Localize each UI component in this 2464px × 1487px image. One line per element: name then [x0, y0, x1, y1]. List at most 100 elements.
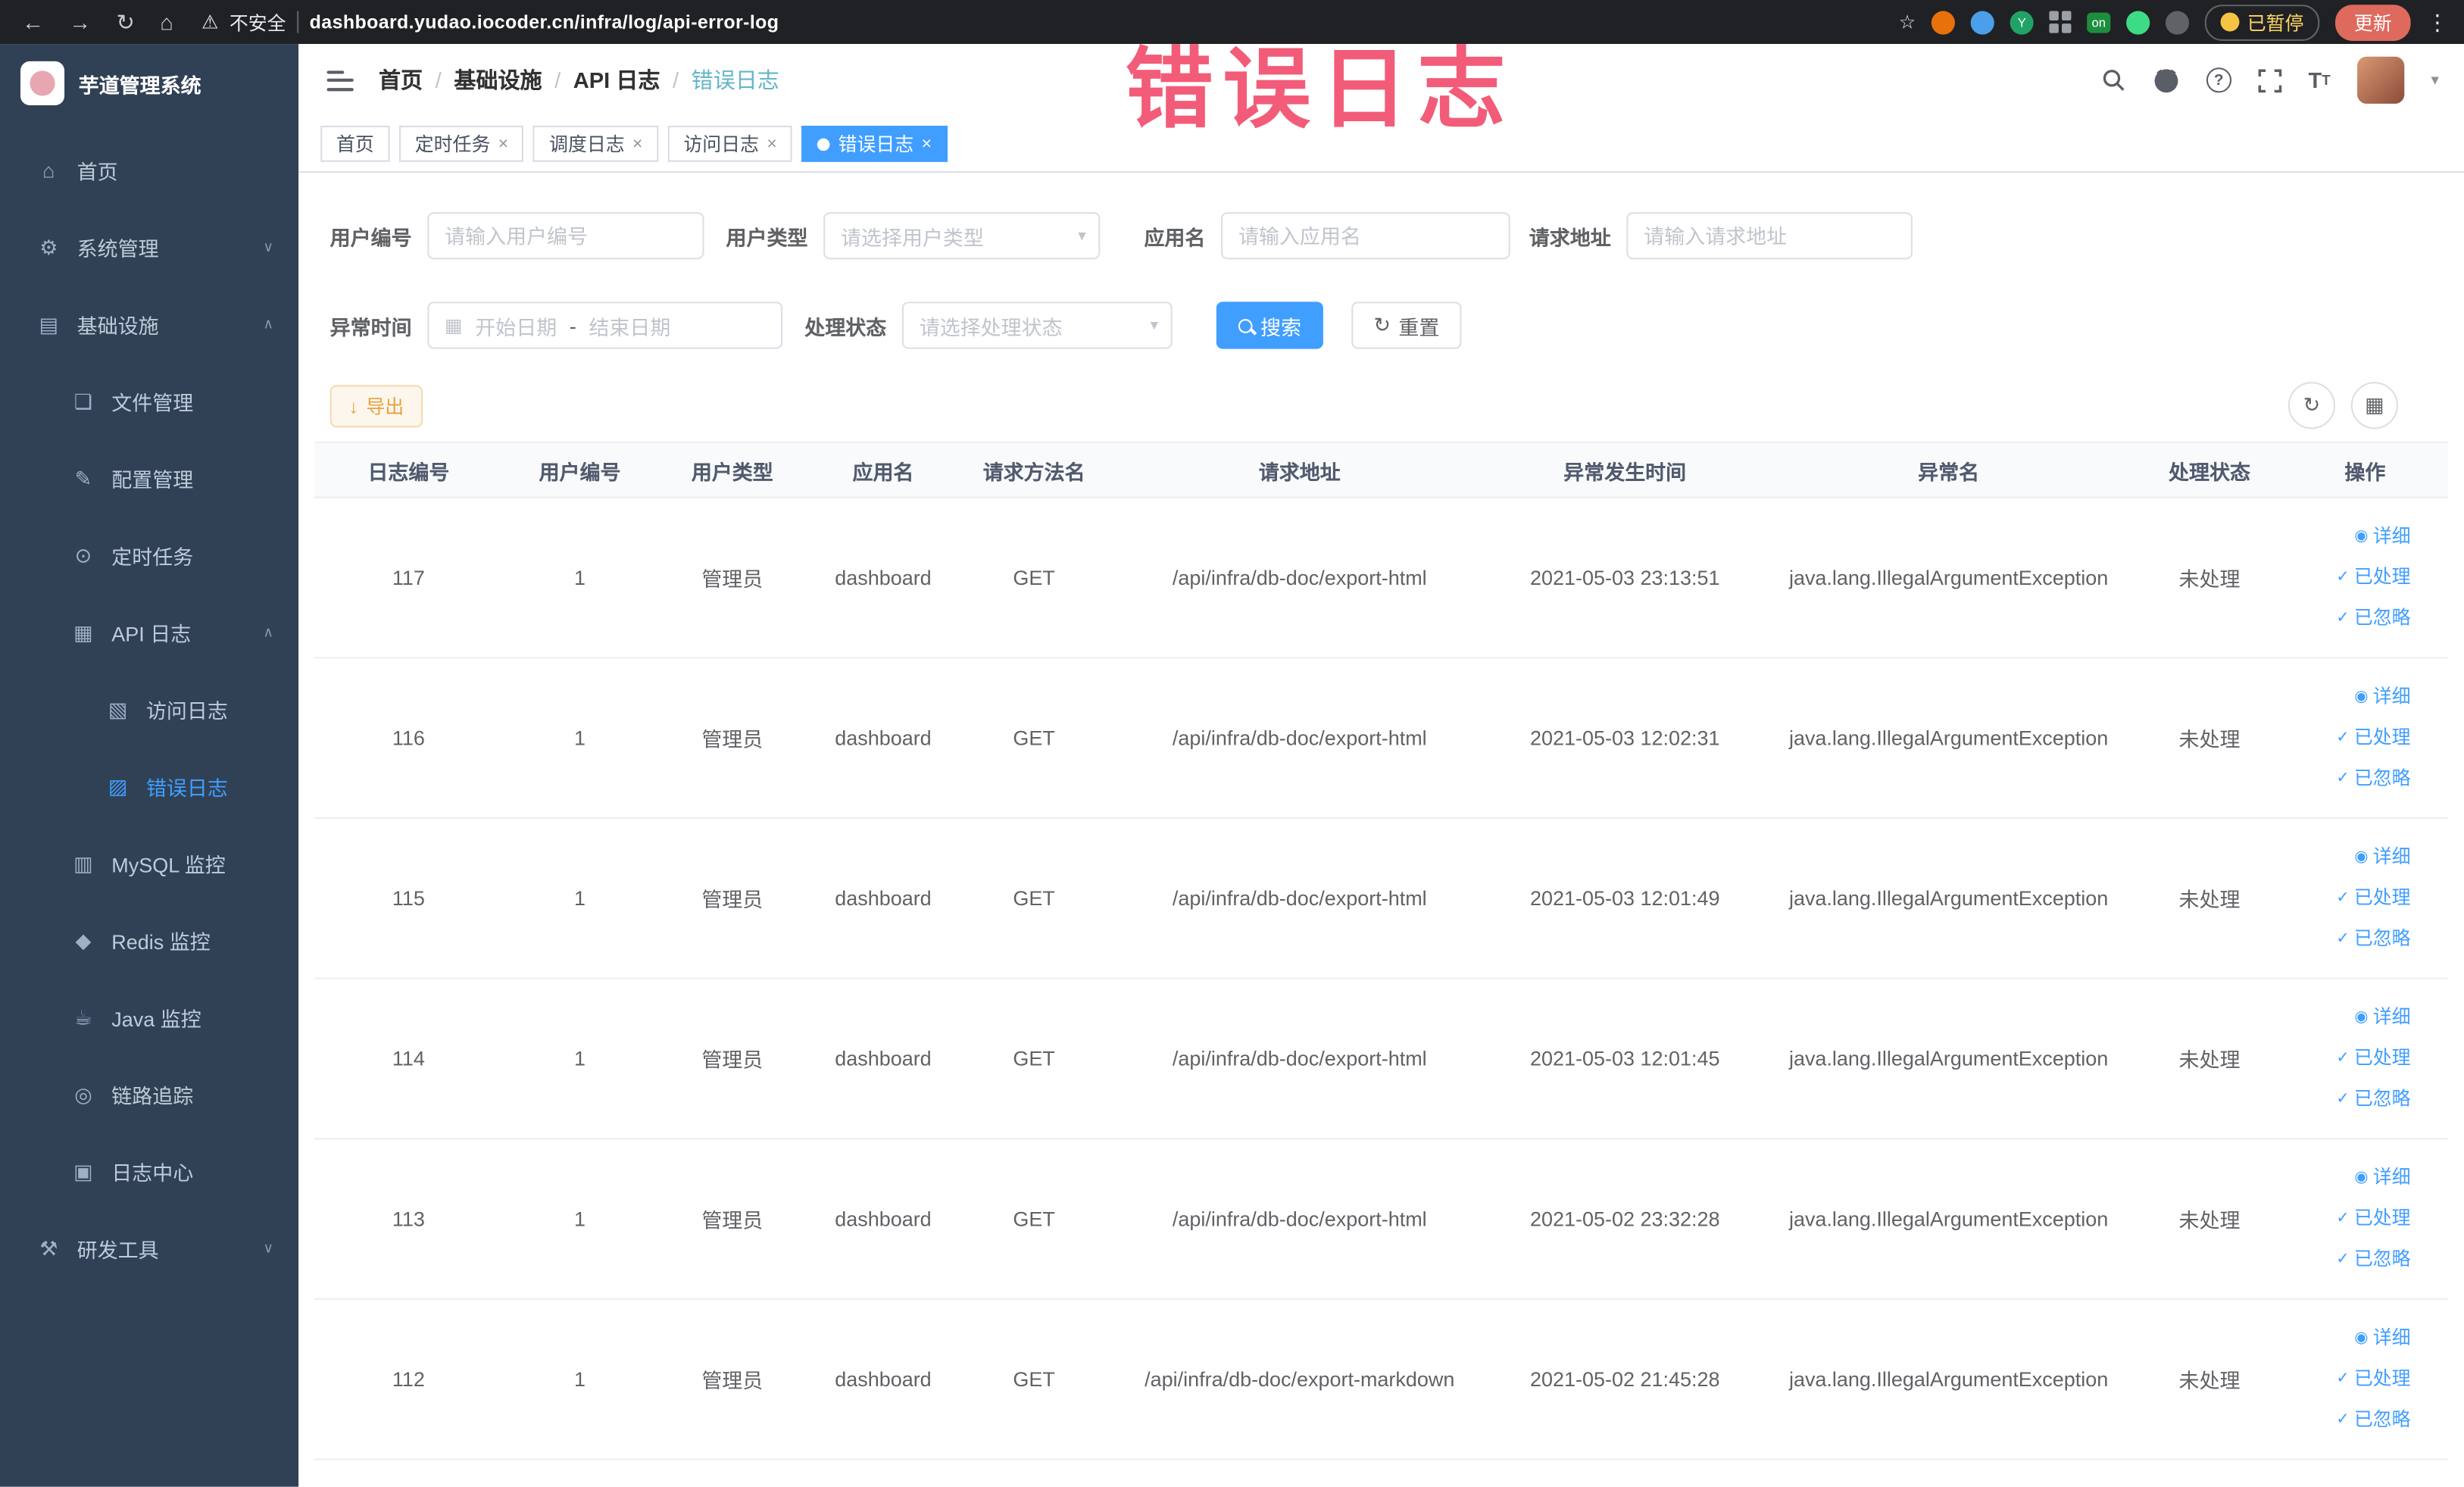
fullscreen-icon[interactable]	[2258, 68, 2282, 92]
user-type-select[interactable]: 请选择用户类型 ▾	[823, 212, 1101, 260]
export-button[interactable]: ↓ 导出	[329, 385, 423, 428]
action-detail[interactable]: ◉ 详细	[2354, 1158, 2410, 1198]
hamburger-icon[interactable]	[326, 70, 354, 91]
logo[interactable]: 芋道管理系统	[0, 44, 298, 123]
cell-actions: ◉ 详细 ✓ 已处理 ✓ 已忽略	[2281, 658, 2448, 817]
check-icon: ✓	[2336, 1370, 2350, 1388]
action-detail[interactable]: ◉ 详细	[2354, 1319, 2410, 1358]
cell-method: GET	[1013, 1207, 1055, 1231]
paused-badge[interactable]: 已暂停	[2204, 4, 2320, 40]
search-button[interactable]: 搜索	[1216, 301, 1323, 349]
font-size-icon[interactable]: TT	[2309, 67, 2331, 92]
extension-on-badge[interactable]: on	[2087, 11, 2111, 33]
tab-scheduled-tasks[interactable]: 定时任务 ×	[399, 125, 524, 162]
sidebar-item-trace[interactable]: ◎ 链路追踪	[0, 1056, 298, 1133]
table-row: 116 1 管理员 dashboard GET /api/infra/db-do…	[314, 658, 2449, 819]
action-ignored[interactable]: ✓ 已忽略	[2336, 1401, 2410, 1440]
table-row: 117 1 管理员 dashboard GET /api/infra/db-do…	[314, 498, 2449, 659]
address-bar[interactable]: ⚠ 不安全 dashboard.yudao.iocoder.cn/infra/l…	[201, 8, 779, 35]
breadcrumb-infrastructure[interactable]: 基础设施	[454, 64, 542, 95]
user-id-input[interactable]	[427, 212, 704, 260]
action-detail[interactable]: ◉ 详细	[2354, 838, 2410, 877]
sidebar-item-system-mgmt[interactable]: ⚙ 系统管理 ∨	[0, 209, 298, 286]
action-processed[interactable]: ✓ 已处理	[2336, 1039, 2410, 1078]
sidebar-item-java-monitor[interactable]: ☕ Java 监控	[0, 979, 298, 1057]
access-log-icon: ▧	[108, 697, 128, 721]
action-processed[interactable]: ✓ 已处理	[2336, 558, 2410, 598]
process-status-select[interactable]: 请选择处理状态 ▾	[901, 301, 1173, 349]
extension-blue-icon[interactable]	[1970, 10, 1994, 34]
back-icon[interactable]: ←	[22, 9, 44, 34]
sidebar-item-label: 研发工具	[77, 1238, 159, 1262]
browser-home-icon[interactable]: ⌂	[160, 9, 173, 34]
sidebar-item-access-log[interactable]: ▧ 访问日志	[0, 671, 298, 748]
help-icon[interactable]: ?	[2206, 67, 2231, 93]
close-icon[interactable]: ×	[767, 134, 776, 153]
action-detail[interactable]: ◉ 详细	[2354, 677, 2410, 717]
sidebar-item-config-mgmt[interactable]: ✎ 配置管理	[0, 440, 298, 517]
avatar-caret-icon[interactable]: ▾	[2431, 71, 2438, 89]
action-processed[interactable]: ✓ 已处理	[2336, 718, 2410, 758]
sidebar-item-dev-tools[interactable]: ⚒ 研发工具 ∨	[0, 1211, 298, 1288]
sidebar-item-file-mgmt[interactable]: ❏ 文件管理	[0, 363, 298, 440]
action-ignored[interactable]: ✓ 已忽略	[2336, 1240, 2410, 1279]
cell-exception-name: java.lang.IllegalArgumentException	[1788, 886, 2109, 911]
reload-icon[interactable]: ↻	[117, 8, 135, 35]
user-avatar[interactable]	[2356, 56, 2405, 104]
sidebar-item-mysql-monitor[interactable]: ▥ MySQL 监控	[0, 825, 298, 902]
browser-menu-icon[interactable]: ⋮	[2426, 8, 2448, 35]
action-processed[interactable]: ✓ 已处理	[2336, 1360, 2410, 1399]
action-ignored[interactable]: ✓ 已忽略	[2336, 920, 2410, 959]
github-icon[interactable]	[2153, 67, 2179, 93]
update-button[interactable]: 更新	[2334, 4, 2411, 40]
cell-status: 未处理	[2178, 888, 2241, 912]
extensions-grid-icon[interactable]	[2049, 11, 2072, 33]
sidebar-item-error-log[interactable]: ▨ 错误日志	[0, 748, 298, 826]
action-detail[interactable]: ◉ 详细	[2354, 998, 2410, 1037]
tab-access-log[interactable]: 访问日志 ×	[667, 125, 793, 162]
sidebar-item-scheduled-tasks[interactable]: ⊙ 定时任务	[0, 517, 298, 595]
close-icon[interactable]: ×	[632, 134, 642, 153]
sidebar-item-label: API 日志	[111, 622, 192, 646]
date-range-picker[interactable]: ▦ 开始日期 - 结束日期	[427, 301, 783, 349]
sidebar-item-redis-monitor[interactable]: ◆ Redis 监控	[0, 902, 298, 979]
request-url-input[interactable]	[1626, 212, 1913, 260]
extension-paw-icon[interactable]	[2165, 10, 2189, 34]
search-icon	[1238, 318, 1253, 333]
extension-orange-icon[interactable]	[1931, 10, 1956, 34]
sidebar-item-infrastructure[interactable]: ▤ 基础设施 ∧	[0, 286, 298, 364]
sidebar-item-log-center[interactable]: ▣ 日志中心	[0, 1133, 298, 1211]
action-ignored[interactable]: ✓ 已忽略	[2336, 1079, 2410, 1119]
detail-icon: ◉	[2354, 528, 2369, 545]
select-placeholder: 请选择用户类型	[841, 225, 984, 249]
redis-icon: ◆	[75, 928, 92, 952]
action-detail[interactable]: ◉ 详细	[2354, 517, 2410, 557]
app-name-input[interactable]	[1221, 212, 1510, 260]
action-ignored[interactable]: ✓ 已忽略	[2336, 759, 2410, 798]
breadcrumb-home[interactable]: 首页	[379, 64, 423, 95]
extension-letter-icon[interactable]: Y	[2010, 10, 2034, 34]
logo-image	[20, 61, 65, 106]
forward-icon[interactable]: →	[69, 9, 91, 34]
columns-icon[interactable]: ▦	[2350, 382, 2398, 430]
extension-green-icon[interactable]	[2126, 10, 2150, 34]
security-label[interactable]: 不安全	[230, 8, 286, 35]
refresh-icon[interactable]: ↻	[2288, 382, 2336, 430]
sidebar-item-api-logs[interactable]: ▦ API 日志 ∧	[0, 594, 298, 671]
close-icon[interactable]: ×	[922, 134, 932, 153]
tab-schedule-log[interactable]: 调度日志 ×	[533, 125, 659, 162]
action-processed[interactable]: ✓ 已处理	[2336, 879, 2410, 918]
tab-home[interactable]: 首页	[320, 125, 390, 162]
action-ignored[interactable]: ✓ 已忽略	[2336, 598, 2410, 638]
bookmark-star-icon[interactable]: ☆	[1899, 11, 1916, 33]
close-icon[interactable]: ×	[498, 134, 508, 153]
action-processed[interactable]: ✓ 已处理	[2336, 1199, 2410, 1239]
url-text[interactable]: dashboard.yudao.iocoder.cn/infra/log/api…	[310, 11, 779, 33]
search-icon[interactable]	[2101, 67, 2126, 92]
reset-button[interactable]: ↻ 重置	[1351, 301, 1462, 349]
cell-exception-name: java.lang.IllegalArgumentException	[1788, 1367, 2109, 1392]
cell-log-id: 113	[392, 1207, 425, 1231]
breadcrumb-api-logs[interactable]: API 日志	[573, 64, 661, 95]
tab-error-log[interactable]: 错误日志 ×	[801, 125, 948, 162]
sidebar-item-home[interactable]: ⌂ 首页	[0, 132, 298, 209]
